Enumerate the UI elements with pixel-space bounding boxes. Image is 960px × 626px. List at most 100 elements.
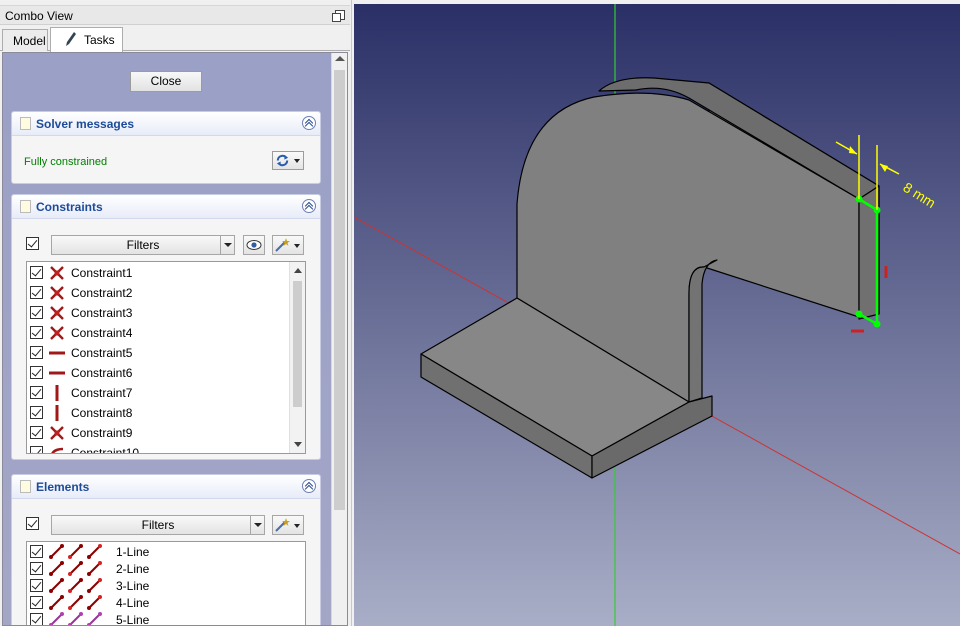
element-row[interactable]: 1-Line: [27, 543, 305, 560]
solver-messages-header[interactable]: Solver messages: [12, 112, 320, 136]
constraint-row[interactable]: Constraint4: [27, 323, 289, 343]
coincident-icon: [49, 325, 65, 341]
chevron-down-icon: [294, 159, 300, 163]
constraints-settings-button[interactable]: [272, 235, 304, 255]
line-element-icon: [48, 611, 106, 625]
constraint-label: Constraint4: [71, 326, 133, 340]
constraint-label: Constraint6: [71, 366, 133, 380]
undock-icon[interactable]: [332, 10, 345, 22]
constraint-label: Constraint2: [71, 286, 133, 300]
constraint-row[interactable]: Constraint1: [27, 263, 289, 283]
horizontal-icon: [49, 365, 65, 381]
combo-view-panel: Combo View Model Tasks Close Solver mess…: [0, 0, 352, 626]
elements-list[interactable]: 1-Line 2-Line 3-Line 4-Line 5-Line: [26, 541, 306, 626]
constraint-row[interactable]: Constraint6: [27, 363, 289, 383]
scroll-up-icon[interactable]: [294, 268, 302, 273]
element-row[interactable]: 5-Line: [27, 611, 305, 626]
tab-tasks[interactable]: Tasks: [50, 27, 123, 52]
constraints-filter-row: Filters: [12, 235, 320, 257]
vertical-icon: [49, 405, 65, 421]
constraint-label: Constraint7: [71, 386, 133, 400]
element-label: 5-Line: [116, 613, 150, 626]
chevron-down-icon: [220, 236, 234, 254]
constraint-row[interactable]: Constraint5: [27, 343, 289, 363]
constraints-filter-select[interactable]: Filters: [51, 235, 235, 255]
constraints-box: Constraints Filters Constraint1 Constrai…: [11, 194, 321, 460]
chevron-down-icon: [294, 244, 300, 248]
scrollbar-thumb[interactable]: [293, 281, 302, 407]
scrollbar-thumb[interactable]: [334, 70, 345, 510]
scroll-up-icon[interactable]: [335, 56, 345, 61]
constraint-row[interactable]: Constraint7: [27, 383, 289, 403]
3d-viewport[interactable]: 8 mm: [354, 0, 960, 626]
constraint-checkbox[interactable]: [30, 426, 43, 439]
constraints-select-all-checkbox[interactable]: [26, 237, 39, 250]
elements-box: Elements Filters 1-Line 2-Line 3-Line 4-Li: [11, 474, 321, 626]
page-icon: [20, 200, 31, 213]
elements-header[interactable]: Elements: [12, 475, 320, 499]
element-checkbox[interactable]: [30, 596, 43, 609]
element-label: 4-Line: [116, 596, 150, 610]
coincident-icon: [49, 265, 65, 281]
wand-icon: [275, 518, 290, 532]
constraint-row[interactable]: Constraint10: [27, 443, 289, 454]
constraint-checkbox[interactable]: [30, 406, 43, 419]
tab-tasks-label: Tasks: [84, 33, 115, 47]
constraint-checkbox[interactable]: [30, 346, 43, 359]
coincident-icon: [49, 305, 65, 321]
elements-filter-row: Filters: [12, 515, 320, 537]
constraint-checkbox[interactable]: [30, 306, 43, 319]
constraints-list[interactable]: Constraint1 Constraint2 Constraint3 Constra…: [26, 261, 306, 454]
constraint-row[interactable]: Constraint3: [27, 303, 289, 323]
close-button[interactable]: Close: [130, 71, 202, 92]
constraint-checkbox[interactable]: [30, 446, 43, 453]
collapse-icon[interactable]: [302, 479, 316, 493]
element-label: 1-Line: [116, 545, 150, 559]
element-checkbox[interactable]: [30, 562, 43, 575]
page-icon: [20, 117, 31, 130]
constraint-label: Constraint1: [71, 266, 133, 280]
constraint-checkbox[interactable]: [30, 266, 43, 279]
line-element-icon: [48, 577, 106, 594]
element-row[interactable]: 4-Line: [27, 594, 305, 611]
page-icon: [20, 480, 31, 493]
constraint-checkbox[interactable]: [30, 386, 43, 399]
coincident-icon: [49, 425, 65, 441]
vertical-icon: [49, 385, 65, 401]
collapse-icon[interactable]: [302, 199, 316, 213]
refresh-icon: [276, 154, 289, 167]
constraint-checkbox[interactable]: [30, 366, 43, 379]
elements-filter-select[interactable]: Filters: [51, 515, 265, 535]
constraint-row[interactable]: Constraint9: [27, 423, 289, 443]
elements-settings-button[interactable]: [272, 515, 304, 535]
element-label: 2-Line: [116, 562, 150, 576]
constraint-row[interactable]: Constraint2: [27, 283, 289, 303]
line-element-icon: [48, 594, 106, 611]
collapse-icon[interactable]: [302, 116, 316, 130]
tab-model[interactable]: Model: [2, 29, 48, 51]
element-row[interactable]: 3-Line: [27, 577, 305, 594]
scroll-down-icon[interactable]: [294, 442, 302, 447]
elements-select-all-checkbox[interactable]: [26, 517, 39, 530]
combo-view-title: Combo View: [5, 9, 73, 23]
task-panel-scrollbar[interactable]: [331, 53, 347, 625]
constraint-label: Constraint9: [71, 426, 133, 440]
constraint-checkbox[interactable]: [30, 326, 43, 339]
coincident-icon: [49, 285, 65, 301]
constraint-label: Constraint10: [71, 446, 140, 454]
constraints-list-scrollbar[interactable]: [289, 262, 305, 453]
constraints-header[interactable]: Constraints: [12, 195, 320, 219]
element-checkbox[interactable]: [30, 545, 43, 558]
constraint-row[interactable]: Constraint8: [27, 403, 289, 423]
constraint-label: Constraint3: [71, 306, 133, 320]
element-checkbox[interactable]: [30, 579, 43, 592]
visibility-button[interactable]: [243, 235, 265, 255]
auto-update-button[interactable]: [272, 151, 304, 170]
element-row[interactable]: 2-Line: [27, 560, 305, 577]
task-panel: Close Solver messages Fully constrained: [2, 52, 348, 626]
constraints-title: Constraints: [36, 200, 103, 214]
horizontal-icon: [49, 345, 65, 361]
element-checkbox[interactable]: [30, 613, 43, 625]
3d-scene[interactable]: 8 mm: [354, 4, 960, 626]
constraint-checkbox[interactable]: [30, 286, 43, 299]
